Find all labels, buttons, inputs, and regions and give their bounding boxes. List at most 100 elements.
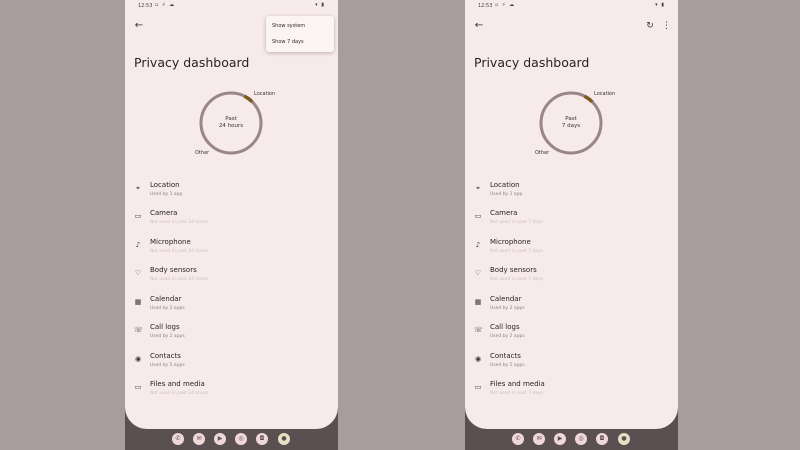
item-sub: Used by 1 app	[150, 192, 183, 197]
list-item-files-and-media[interactable]: ▭ Files and media Not used in past 24 ho…	[125, 379, 338, 405]
item-sub: Used by 2 apps	[150, 306, 185, 311]
phone-app-icon[interactable]: ✆	[172, 433, 184, 445]
status-icons-left: ▫ ⚡ ☁	[155, 2, 176, 8]
ring-label-other: Other	[195, 150, 210, 156]
call-log-icon: ☏	[134, 326, 143, 334]
menu-item-show-system[interactable]: Show system	[272, 20, 330, 32]
play-store-icon[interactable]: ▶	[214, 433, 226, 445]
ring-line2: 7 days	[561, 123, 581, 129]
item-name: Calendar	[490, 295, 522, 303]
list-item-location[interactable]: ⌖ Location Used by 1 app	[125, 180, 338, 206]
item-name: Files and media	[490, 380, 545, 388]
status-icons-right: ▾ ▮	[655, 2, 665, 8]
location-pin-icon: ⌖	[476, 184, 480, 192]
camera-app-icon[interactable]: ◘	[596, 433, 608, 445]
list-item-call-logs[interactable]: ☏ Call logs Used by 2 apps	[125, 322, 338, 348]
status-time: 12:53	[478, 3, 493, 9]
item-sub: Used by 2 apps	[150, 334, 185, 339]
item-name: Body sensors	[490, 266, 537, 274]
status-time: 12:53	[138, 3, 153, 9]
item-sub: Not used in past 7 days	[490, 277, 544, 282]
heart-icon: ♡	[474, 269, 482, 277]
dock: ✆ ✉ ▶ ◎ ◘ ●	[125, 429, 338, 450]
list-item-calendar[interactable]: ▦ Calendar Used by 2 apps	[125, 294, 338, 320]
contacts-icon: ◉	[134, 355, 142, 363]
chrome-icon[interactable]: ◎	[575, 433, 587, 445]
usage-ring: Past 7 days	[536, 88, 606, 158]
item-sub: Not used in past 24 hours	[150, 391, 209, 396]
messages-app-icon[interactable]: ✉	[193, 433, 205, 445]
item-name: Camera	[490, 209, 518, 217]
play-store-icon[interactable]: ▶	[554, 433, 566, 445]
ring-label-location: Location	[594, 91, 616, 97]
location-pin-icon: ⌖	[136, 184, 140, 192]
calendar-icon: ▦	[474, 298, 482, 306]
ring-label-location: Location	[254, 91, 276, 97]
item-sub: Used by 2 apps	[490, 306, 525, 311]
item-sub: Used by 5 apps	[490, 363, 525, 368]
camera-icon: ▭	[134, 212, 142, 220]
page-title: Privacy dashboard	[134, 55, 250, 70]
list-item-contacts[interactable]: ◉ Contacts Used by 5 apps	[465, 351, 678, 377]
list-item-files-and-media[interactable]: ▭ Files and media Not used in past 7 day…	[465, 379, 678, 405]
item-name: Call logs	[490, 323, 520, 331]
call-log-icon: ☏	[474, 326, 483, 334]
chrome-icon[interactable]: ◎	[235, 433, 247, 445]
phone-right: 12:53 ▫ ⚡ ☁ ▾ ▮ ← ↻ ⋮ Privacy dashboard …	[465, 0, 678, 450]
camera-app-icon[interactable]: ◘	[256, 433, 268, 445]
refresh-icon[interactable]: ↻	[644, 20, 656, 32]
folder-icon: ▭	[474, 383, 482, 391]
microphone-icon: ♪	[135, 241, 141, 249]
status-icons-right: ▾ ▮	[315, 2, 325, 8]
list-item-microphone[interactable]: ♪ Microphone Not used in past 24 hours	[125, 237, 338, 263]
dock: ✆ ✉ ▶ ◎ ◘ ●	[465, 429, 678, 450]
overflow-menu: Show system Show 7 days	[266, 16, 334, 52]
item-name: Contacts	[490, 352, 521, 360]
item-sub: Not used in past 7 days	[490, 220, 544, 225]
list-item-camera[interactable]: ▭ Camera Not used in past 24 hours	[125, 208, 338, 234]
list-item-contacts[interactable]: ◉ Contacts Used by 5 apps	[125, 351, 338, 377]
contacts-icon: ◉	[474, 355, 482, 363]
ring-line2: 24 hours	[218, 123, 244, 129]
page-title: Privacy dashboard	[474, 55, 590, 70]
item-sub: Used by 5 apps	[150, 363, 185, 368]
status-icons-left: ▫ ⚡ ☁	[495, 2, 516, 8]
list-item-location[interactable]: ⌖ Location Used by 1 app	[465, 180, 678, 206]
back-arrow-icon[interactable]: ←	[133, 20, 145, 32]
list-item-calendar[interactable]: ▦ Calendar Used by 2 apps	[465, 294, 678, 320]
list-item-call-logs[interactable]: ☏ Call logs Used by 2 apps	[465, 322, 678, 348]
item-sub: Not used in past 24 hours	[150, 277, 209, 282]
more-vert-icon[interactable]: ⋮	[662, 20, 671, 32]
toolbar: ← ↻ ⋮	[465, 18, 678, 36]
item-name: Call logs	[150, 323, 180, 331]
list-item-body-sensors[interactable]: ♡ Body sensors Not used in past 24 hours	[125, 265, 338, 291]
status-bar: 12:53 ▫ ⚡ ☁ ▾ ▮	[125, 0, 338, 11]
phone-app-icon[interactable]: ✆	[512, 433, 524, 445]
ring-line1: Past	[225, 116, 237, 122]
ring-label-other: Other	[535, 150, 550, 156]
screen-right: 12:53 ▫ ⚡ ☁ ▾ ▮ ← ↻ ⋮ Privacy dashboard …	[465, 0, 678, 429]
ring-center-text: Past 7 days	[536, 88, 606, 158]
back-arrow-icon[interactable]: ←	[473, 20, 485, 32]
item-name: Location	[490, 181, 520, 189]
item-name: Microphone	[150, 238, 191, 246]
item-sub: Not used in past 7 days	[490, 249, 544, 254]
camera-icon: ▭	[474, 212, 482, 220]
usage-ring: Past 24 hours	[196, 88, 266, 158]
item-name: Body sensors	[150, 266, 197, 274]
menu-item-show-7-days[interactable]: Show 7 days	[272, 36, 330, 48]
messages-app-icon[interactable]: ✉	[533, 433, 545, 445]
screen-left: 12:53 ▫ ⚡ ☁ ▾ ▮ ← Show system Show 7 day…	[125, 0, 338, 429]
settings-app-icon[interactable]: ●	[278, 433, 290, 445]
item-sub: Not used in past 7 days	[490, 391, 544, 396]
list-item-microphone[interactable]: ♪ Microphone Not used in past 7 days	[465, 237, 678, 263]
list-item-camera[interactable]: ▭ Camera Not used in past 7 days	[465, 208, 678, 234]
heart-icon: ♡	[134, 269, 142, 277]
item-sub: Not used in past 24 hours	[150, 249, 209, 254]
ring-center-text: Past 24 hours	[196, 88, 266, 158]
settings-app-icon[interactable]: ●	[618, 433, 630, 445]
list-item-body-sensors[interactable]: ♡ Body sensors Not used in past 7 days	[465, 265, 678, 291]
item-name: Calendar	[150, 295, 182, 303]
item-name: Location	[150, 181, 180, 189]
item-name: Files and media	[150, 380, 205, 388]
